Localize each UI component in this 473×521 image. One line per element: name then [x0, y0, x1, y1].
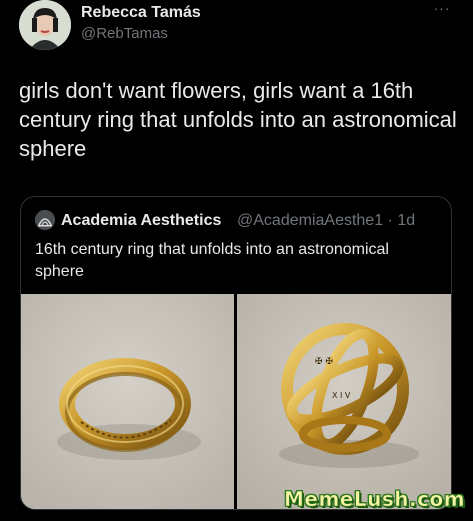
quoted-author-handle-and-time[interactable]: @AcademiaAesthe1 · 1d — [237, 212, 415, 230]
quoted-tweet-text: 16th century ring that unfolds into an a… — [35, 241, 389, 280]
more-options-icon[interactable]: ··· — [430, 0, 454, 18]
quoted-tweet[interactable]: Academia Aesthetics @AcademiaAesthe1 · 1… — [20, 196, 452, 510]
tweet-text: girls don't want flowers, girls want a 1… — [19, 78, 457, 161]
svg-text:✠ ✠: ✠ ✠ — [315, 357, 333, 367]
author-handle[interactable]: @RebTamas — [81, 25, 168, 42]
author-name[interactable]: Rebecca Tamás — [81, 4, 201, 22]
gold-ring-closed-photo[interactable] — [21, 294, 234, 509]
quoted-author-avatar[interactable] — [35, 210, 55, 230]
watermark-logo: MemeLush.com — [284, 487, 466, 512]
gold-ring-astronomical-sphere-photo[interactable]: ✠ ✠ X I V — [237, 294, 451, 509]
svg-text:X I V: X I V — [332, 391, 351, 400]
author-avatar[interactable] — [19, 0, 71, 50]
quoted-author-name[interactable]: Academia Aesthetics — [61, 212, 221, 230]
